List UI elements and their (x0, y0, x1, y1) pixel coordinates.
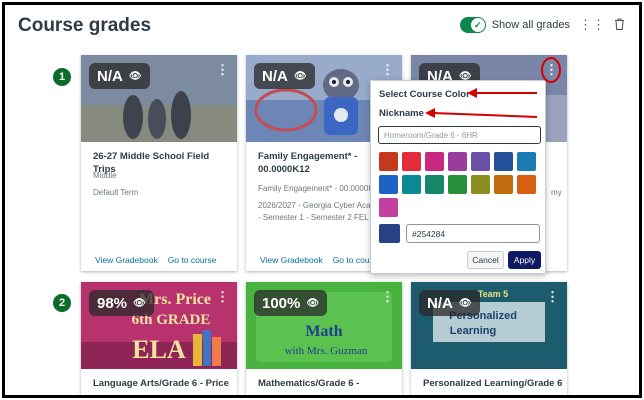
course-card-hero[interactable]: N/A 👁 ⋮ (81, 55, 237, 142)
grade-badge[interactable]: N/A 👁 (89, 63, 150, 89)
course-term: Default Term (93, 188, 139, 197)
course-card[interactable]: N/A 👁 ⋮ 26-27 Middle School Field Trips … (81, 55, 237, 271)
course-card[interactable]: Math with Mrs. Guzman 100% 👁 ⋮ Mathemati… (246, 282, 402, 395)
color-swatch[interactable] (448, 175, 467, 194)
course-color-popover: Select Course Color Nickname Homeroom/Gr… (370, 80, 546, 274)
card-options-icon[interactable]: ⋮ (381, 63, 394, 76)
header-toolbar: ✓ Show all grades ⋮⋮ (459, 17, 625, 33)
course-title[interactable]: Language Arts/Grade 6 - Price (93, 377, 233, 390)
color-swatch-grid (379, 152, 543, 217)
color-swatch[interactable] (425, 152, 444, 171)
hero-text-3: ELA (132, 335, 186, 364)
course-card[interactable]: Mrs. Price 6th GRADE ELA 98% 👁 ⋮ Languag… (81, 282, 237, 395)
eye-icon: 👁 (306, 297, 320, 309)
color-swatch[interactable] (517, 152, 536, 171)
grade-value: N/A (97, 67, 123, 85)
apply-button[interactable]: Apply (508, 251, 541, 269)
grade-badge[interactable]: 100% 👁 (254, 290, 328, 316)
course-card-hero[interactable]: Team 5 Personalized Learning N/A 👁 ⋮ (411, 282, 567, 369)
color-swatch[interactable] (494, 152, 513, 171)
page-title: Course grades (18, 15, 152, 36)
eye-icon: 👁 (293, 70, 307, 82)
color-swatch[interactable] (471, 175, 490, 194)
color-swatch[interactable] (494, 175, 513, 194)
hero-text-2: Learning (450, 325, 496, 337)
color-swatch[interactable] (471, 152, 490, 171)
grade-value: N/A (427, 294, 453, 312)
grade-value: N/A (262, 67, 288, 85)
grade-badge[interactable]: N/A 👁 (419, 290, 480, 316)
course-term-2: - Semester 1 - Semester 2 FEL (258, 213, 369, 222)
card-options-icon[interactable]: ⋮ (381, 290, 394, 303)
color-swatch[interactable] (402, 175, 421, 194)
hero-text-1: Math (305, 323, 342, 340)
hex-color-input[interactable]: #254284 (406, 224, 540, 243)
grade-value: 100% (262, 294, 301, 312)
card-options-icon[interactable]: ⋮ (546, 290, 559, 303)
nickname-input[interactable]: Homeroom/Grade 6 - 6HR (378, 126, 541, 144)
cancel-button[interactable]: Cancel (467, 251, 504, 269)
show-all-grades-label: Show all grades (491, 19, 570, 31)
eye-icon: 👁 (128, 70, 142, 82)
view-gradebook-link[interactable]: View Gradebook (95, 255, 158, 265)
view-gradebook-link[interactable]: View Gradebook (260, 255, 323, 265)
course-card[interactable]: Team 5 Personalized Learning N/A 👁 ⋮ Per… (411, 282, 567, 395)
color-swatch[interactable] (402, 152, 421, 171)
hero-text-3: Team 5 (478, 289, 508, 299)
toggle-check-icon: ✓ (470, 18, 485, 32)
card-options-icon[interactable]: ⋮ (545, 63, 558, 76)
show-all-grades-toggle[interactable]: ✓ (459, 17, 486, 33)
eye-icon: 👁 (458, 297, 472, 309)
course-term: 2026/2027 - Georgia Cyber Aca (258, 201, 371, 210)
color-swatch[interactable] (379, 152, 398, 171)
card-links: View Gradebook Go to course (95, 255, 216, 265)
grade-value: 98% (97, 294, 128, 312)
color-swatch[interactable] (448, 152, 467, 171)
drag-handle-icon[interactable]: ⋮⋮ (579, 17, 605, 33)
card-links: View Gradebook Go to course (260, 255, 381, 265)
course-title[interactable]: Mathematics/Grade 6 - (258, 377, 398, 390)
color-swatch[interactable] (379, 175, 398, 194)
trash-icon[interactable] (614, 17, 625, 33)
card-options-icon[interactable]: ⋮ (216, 63, 229, 76)
course-title[interactable]: Personalized Learning/Grade 6 - (423, 377, 563, 395)
grade-badge[interactable]: 98% 👁 (89, 290, 154, 316)
go-to-course-link[interactable]: Go to course (168, 255, 217, 265)
nickname-label: Nickname (379, 108, 424, 119)
hero-text-2: with Mrs. Guzman (285, 345, 368, 357)
course-subtitle: Family Engagement* - 00.0000K (258, 184, 374, 193)
selected-color-preview (379, 224, 400, 243)
color-swatch[interactable] (425, 175, 444, 194)
grade-badge[interactable]: N/A 👁 (254, 63, 315, 89)
eye-icon: 👁 (133, 297, 146, 309)
select-course-color-label: Select Course Color (379, 89, 470, 100)
color-swatch[interactable] (517, 175, 536, 194)
step-marker-2: 2 (53, 294, 71, 312)
step-marker-1: 1 (53, 68, 71, 86)
course-subtitle: Middle (93, 171, 117, 180)
card-options-icon[interactable]: ⋮ (216, 290, 229, 303)
course-card-hero[interactable]: Mrs. Price 6th GRADE ELA 98% 👁 ⋮ (81, 282, 237, 369)
color-swatch[interactable] (379, 198, 398, 217)
course-card-hero[interactable]: Math with Mrs. Guzman 100% 👁 ⋮ (246, 282, 402, 369)
course-subtitle-fragment: my (551, 188, 562, 197)
screenshot-frame: Course grades ✓ Show all grades ⋮⋮ 1 2 N… (2, 2, 642, 398)
